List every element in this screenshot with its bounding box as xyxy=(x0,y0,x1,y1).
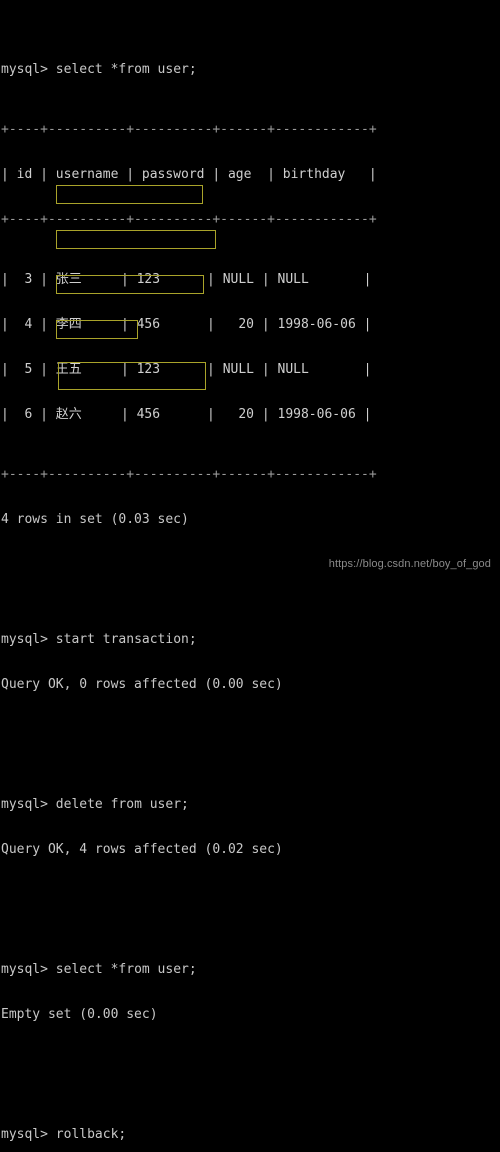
command-text: start transaction; xyxy=(55,632,197,647)
result-line-start-transaction: Query OK, 0 rows affected (0.00 sec) xyxy=(1,677,283,692)
command-line-rollback: mysql> rollback; xyxy=(1,1127,500,1142)
row-cells: | 5 | 王五 | 123 | NULL | NULL | xyxy=(1,362,372,377)
result-line-select-1: 4 rows in set (0.03 sec) xyxy=(1,512,189,527)
table1-header-row: | id | username | password | age | birth… xyxy=(1,167,377,182)
command-text: select *from user; xyxy=(55,62,197,77)
command-line-select-2: mysql> select *from user; xyxy=(1,962,500,977)
result-line-delete: Query OK, 4 rows affected (0.02 sec) xyxy=(1,842,283,857)
row-cells: | 3 | 张三 | 123 | NULL | NULL | xyxy=(1,272,372,287)
table1-mid-rule: +----+----------+----------+------+-----… xyxy=(1,212,377,227)
result-line-select-2: Empty set (0.00 sec) xyxy=(1,1007,158,1022)
prompt: mysql> xyxy=(1,62,56,77)
table-row: | 3 | 张三 | 123 | NULL | NULL | xyxy=(1,272,500,287)
command-text: rollback; xyxy=(55,1127,127,1142)
table1-top-rule: +----+----------+----------+------+-----… xyxy=(1,122,377,137)
row-cells: | 6 | 赵六 | 456 | 20 | 1998-06-06 | xyxy=(1,407,372,422)
command-line-delete: mysql> delete from user; xyxy=(1,797,500,812)
table1-bottom-rule: +----+----------+----------+------+-----… xyxy=(1,467,377,482)
table-row: | 4 | 李四 | 456 | 20 | 1998-06-06 | xyxy=(1,317,500,332)
prompt: mysql> xyxy=(1,1127,56,1142)
prompt: mysql> xyxy=(1,632,56,647)
command-line-select-1: mysql> select *from user; xyxy=(1,62,500,77)
command-line-start-transaction: mysql> start transaction; xyxy=(1,632,500,647)
table-row: | 5 | 王五 | 123 | NULL | NULL | xyxy=(1,362,500,377)
command-text: delete from user; xyxy=(55,797,189,812)
csdn-watermark: https://blog.csdn.net/boy_of_god xyxy=(328,558,491,570)
table-row: | 6 | 赵六 | 456 | 20 | 1998-06-06 | xyxy=(1,407,500,422)
prompt: mysql> xyxy=(1,797,56,812)
command-text: select *from user; xyxy=(55,962,197,977)
terminal-output: mysql> select *from user; +----+--------… xyxy=(0,0,500,1142)
prompt: mysql> xyxy=(1,962,56,977)
row-cells: | 4 | 李四 | 456 | 20 | 1998-06-06 | xyxy=(1,317,372,332)
